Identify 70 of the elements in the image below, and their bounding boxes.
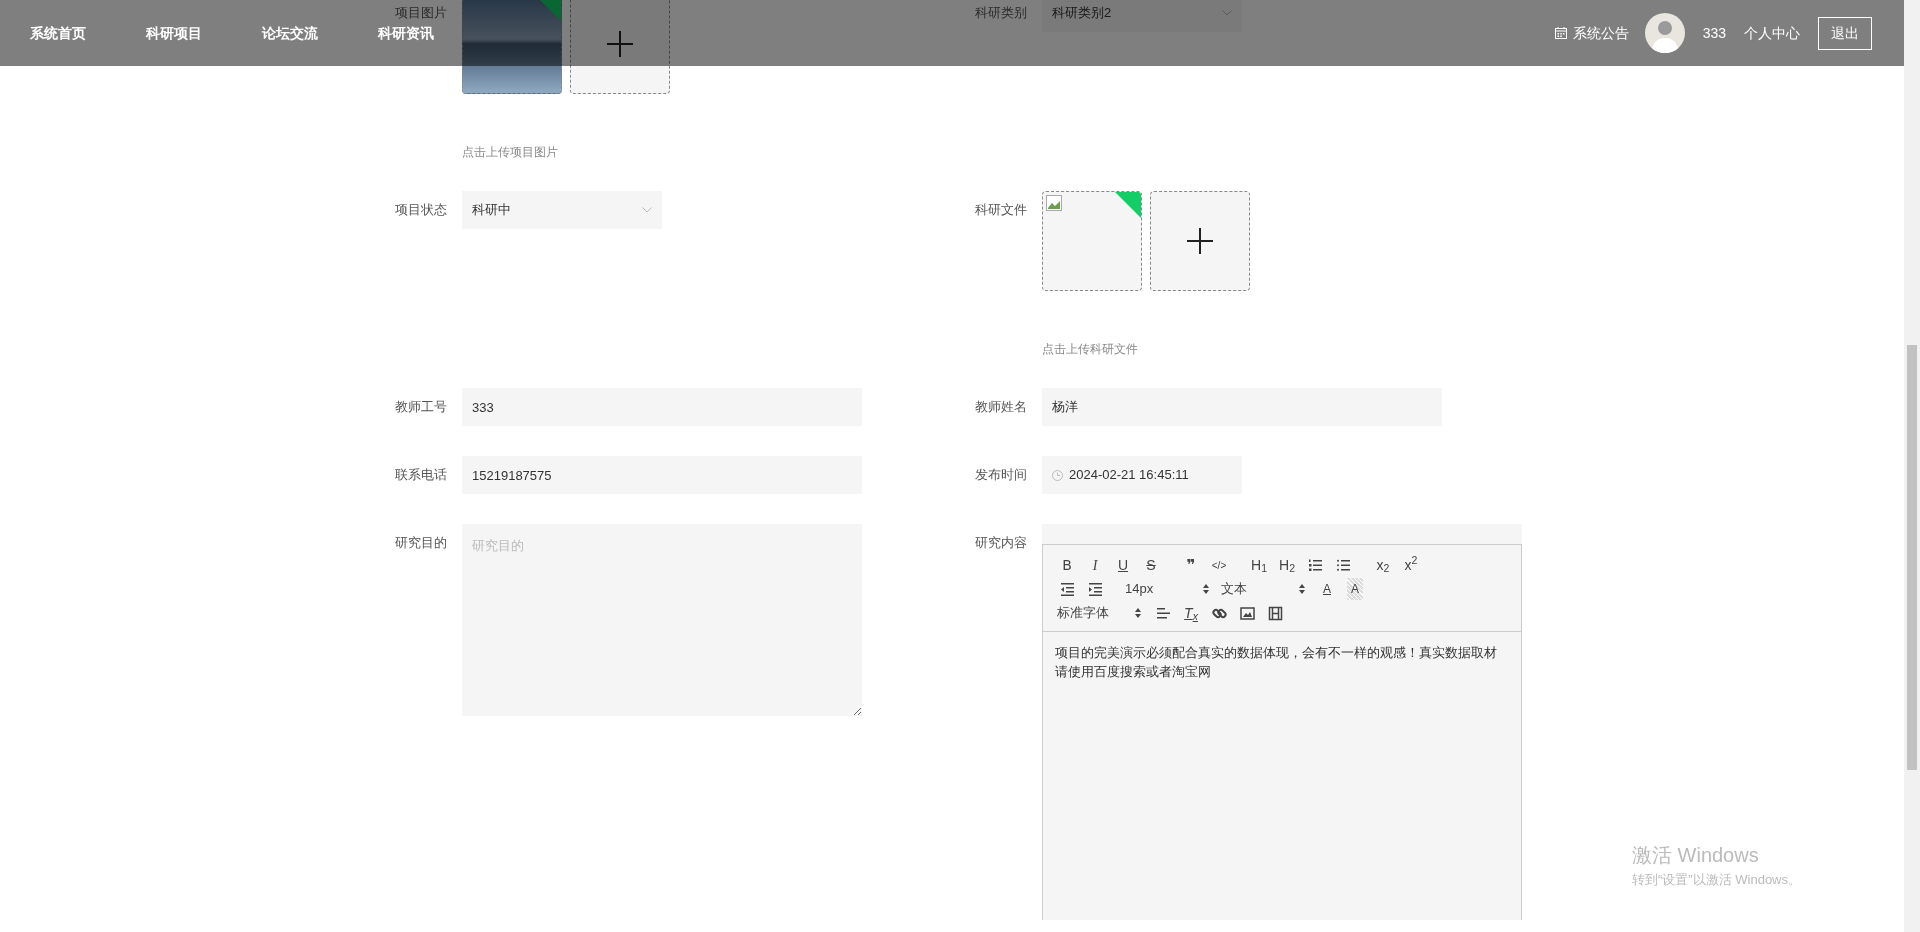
date-field[interactable]: 2024-02-21 16:45:11 [1042,456,1242,494]
film-icon [1267,605,1283,621]
field-label: 科研文件 [975,201,1028,219]
underline-button[interactable]: U [1109,554,1137,576]
clock-icon [1052,469,1063,481]
header-button[interactable]: H$_{1}$ [1245,554,1273,576]
outdent-icon [1059,581,1075,597]
background-color-button[interactable]: A [1347,578,1363,600]
upload-hint: 点击上传项目图片 [462,144,559,161]
sort-arrows-icon [1135,608,1141,618]
indent-icon [1087,581,1103,597]
chevron-down-icon [642,207,652,213]
header-button[interactable]: H$_{2}$ [1273,554,1301,576]
scrollbar[interactable] [1904,0,1920,932]
sort-arrows-icon [1299,584,1305,594]
select-field[interactable]: 科研中 [462,191,662,229]
add-upload-tile[interactable] [570,0,670,94]
nav-link[interactable]: 系统首页 [30,22,86,44]
sort-arrows-icon [1203,584,1209,594]
quote-button[interactable]: ❞ [1177,554,1205,576]
nav-link[interactable]: 科研资讯 [378,22,434,44]
nav-link[interactable]: 论坛交流 [262,22,318,44]
align-icon [1155,605,1171,621]
avatar[interactable] [1644,13,1685,53]
upload-hint: 点击上传科研文件 [1042,341,1139,358]
username: 333 [1702,23,1726,43]
strike-button[interactable]: S [1137,554,1165,576]
toolbar-select[interactable]: 标准字体 [1053,602,1145,624]
activation-text: 转到“设置”以激活 Windows。 [1632,871,1801,889]
numbered-list-icon [1307,557,1323,573]
broken-image-icon [1046,195,1062,211]
editor-text: 项目的完美演示必须配合真实的数据体现，会有不一样的观感！真实数据取材请使用百度搜索或者淘宝网 [1054,644,1498,681]
script-button[interactable]: x$^{2}$ [1397,554,1425,576]
clear-format-button[interactable]: T$_{x}$ [1177,602,1205,624]
text-field[interactable]: 杨洋 [1042,388,1442,426]
field-label: 科研类别 [975,4,1028,22]
nav-link[interactable]: 科研项目 [146,22,202,44]
field-label: 联系电话 [395,466,448,484]
uploaded-file-tile[interactable] [1042,191,1142,291]
field-label: 研究内容 [975,534,1028,552]
field-label: 项目状态 [395,201,448,219]
field-label: 发布时间 [975,466,1028,484]
text-field[interactable]: 15219187575 [462,456,862,494]
scrollbar-thumb[interactable] [1907,345,1917,770]
code-button[interactable]: </> [1205,554,1233,576]
field-label: 教师工号 [395,398,448,416]
script-button[interactable]: x$_{2}$ [1369,554,1397,576]
rich-text-editor[interactable]: B I U S ❞ </> H$_{1}$ H$_{2}$ x$_{2}$ x$^{2}$ 14px 文本 A A 标准字体 T$_{x}$ 项目的完美演示必须配合真实的数据体现，会有不一样的观感！真实数据取材请使用百度搜索或者淘宝网 [1042,544,1522,920]
calendar-icon[interactable] [1554,27,1567,39]
font-color-button[interactable]: A [1313,578,1341,600]
toolbar-select[interactable]: 文本 [1217,578,1309,600]
field-label: 研究目的 [395,534,448,552]
add-upload-tile[interactable] [1150,191,1250,291]
activation-title: 激活 Windows [1632,843,1760,868]
notice-link[interactable]: 系统公告 [1572,22,1629,44]
plus-icon [1187,228,1213,254]
profile-link[interactable]: 个人中心 [1744,22,1800,44]
chevron-down-icon [1222,10,1232,16]
select-field[interactable]: 科研类别2 [1042,0,1242,32]
toolbar-select[interactable]: 14px [1121,578,1213,600]
field-label: 教师姓名 [975,398,1028,416]
image-icon [1239,605,1255,621]
bullet-list-icon [1335,557,1351,573]
italic-button[interactable]: I [1081,554,1109,576]
text-field[interactable]: 333 [462,388,862,426]
plus-icon [607,31,633,57]
bold-button[interactable]: B [1053,554,1081,576]
field-label: 项目图片 [395,4,448,22]
logout-button[interactable]: 退出 [1818,16,1872,50]
uploaded-photo-placeholder[interactable] [462,0,562,94]
